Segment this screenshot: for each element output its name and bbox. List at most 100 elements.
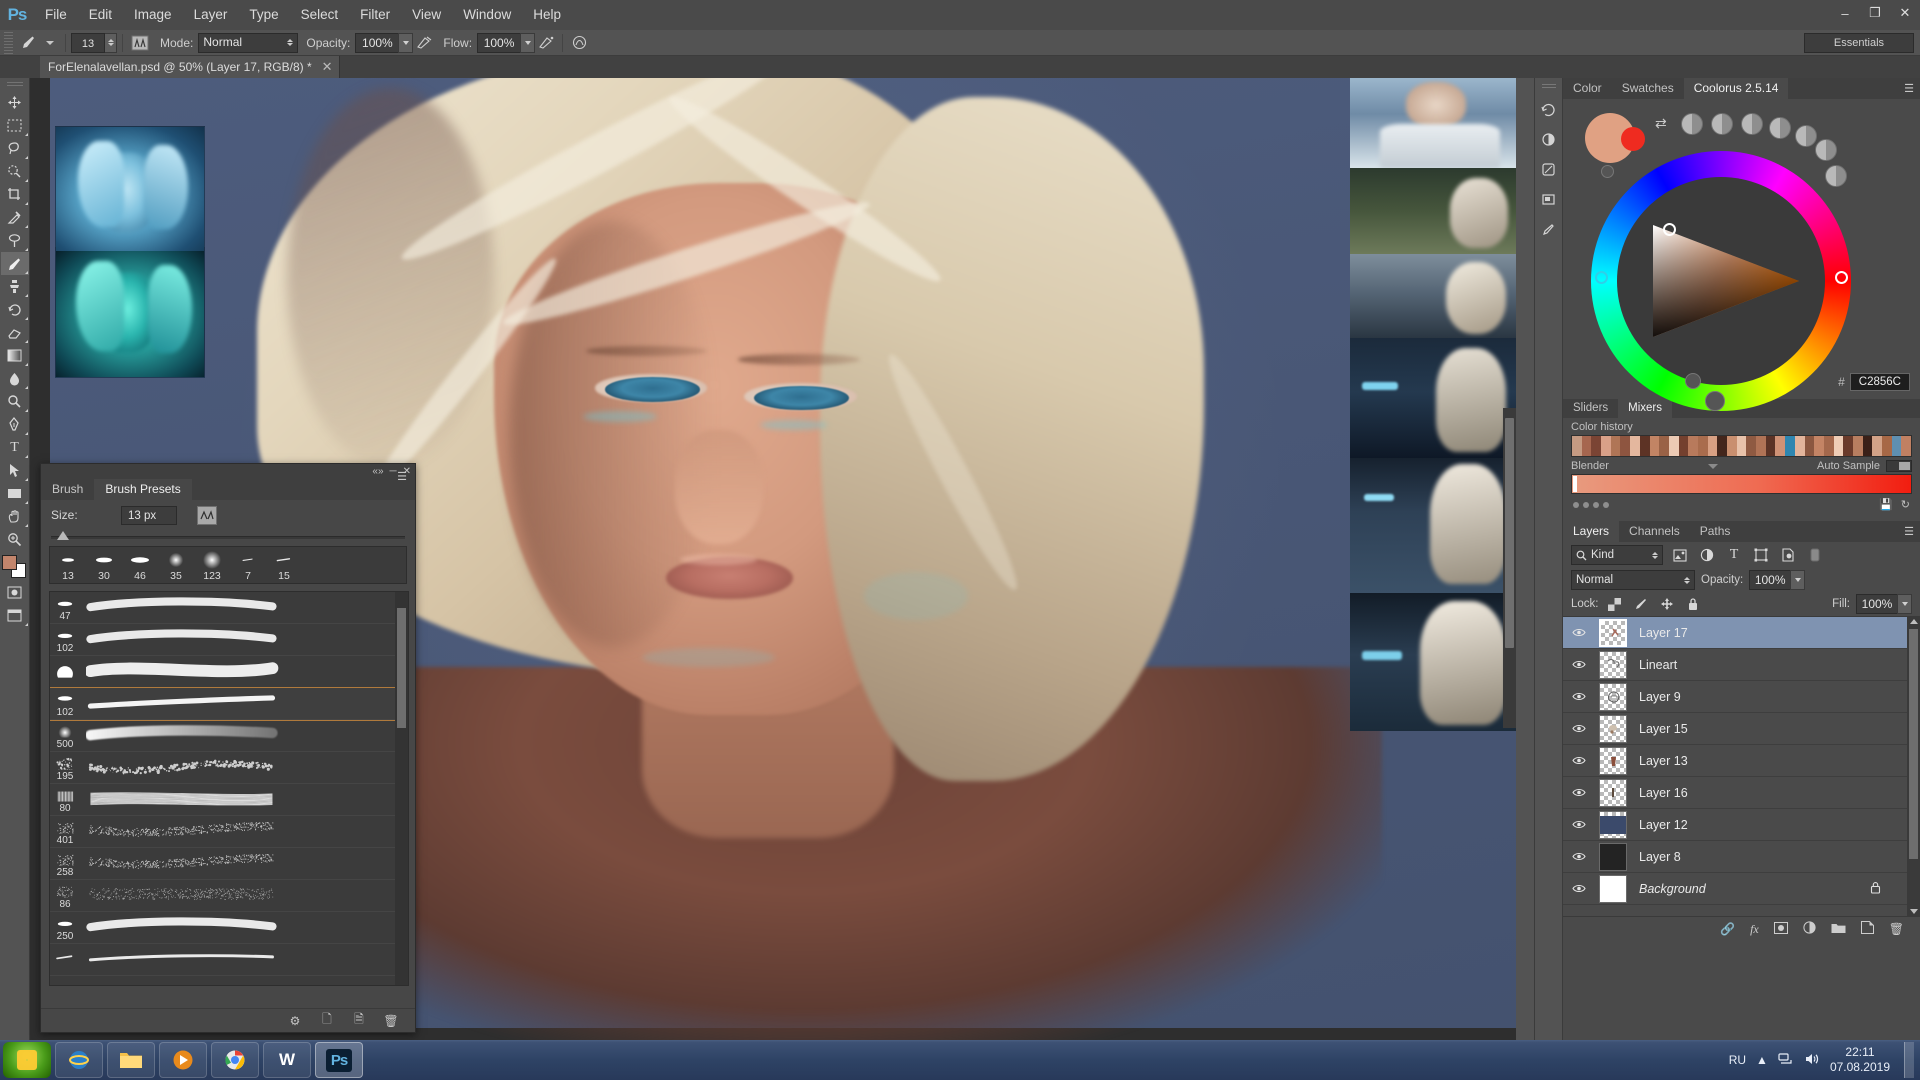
fx-icon[interactable]: fx	[1750, 922, 1759, 937]
opacity-dropdown[interactable]	[398, 33, 413, 53]
navigator-panel-icon[interactable]	[1537, 186, 1561, 212]
filter-toggle-icon[interactable]	[1805, 545, 1825, 565]
color-history-swatch[interactable]	[1611, 436, 1621, 456]
color-history-swatch[interactable]	[1863, 436, 1873, 456]
start-button[interactable]	[3, 1042, 51, 1078]
close-icon[interactable]: ✕	[322, 59, 333, 75]
blender-dot[interactable]	[1583, 502, 1589, 508]
tab-brush-presets[interactable]: Brush Presets	[94, 479, 191, 500]
toggle-brush-settings-icon[interactable]: ⚙	[285, 1011, 305, 1031]
brush-tool-icon[interactable]	[16, 32, 40, 54]
quick-brush-preset[interactable]: 123	[194, 545, 230, 583]
taskbar-chrome[interactable]	[211, 1042, 259, 1078]
layer-visibility-toggle[interactable]	[1565, 883, 1593, 894]
lasso-tool[interactable]	[1, 137, 29, 160]
layer-thumbnail-cell[interactable]	[1593, 747, 1633, 775]
color-history-swatch[interactable]	[1775, 436, 1785, 456]
quick-brush-preset[interactable]: 30	[86, 545, 122, 583]
document-tab[interactable]: ForElenalavellan.psd @ 50% (Layer 17, RG…	[40, 56, 340, 78]
fill-dropdown[interactable]	[1897, 594, 1912, 614]
hand-tool[interactable]	[1, 505, 29, 528]
panel-menu-icon[interactable]: ☰	[397, 470, 407, 483]
harmony-complementary-icon[interactable]	[1711, 113, 1733, 135]
quick-brush-preset[interactable]: 13	[50, 545, 86, 583]
color-history-swatch[interactable]	[1843, 436, 1853, 456]
color-history-swatch[interactable]	[1630, 436, 1640, 456]
lock-all-icon[interactable]	[1683, 594, 1703, 614]
collapse-icon[interactable]: «»	[372, 466, 383, 477]
brush-stroke-thumbnail-icon[interactable]	[197, 506, 217, 525]
show-hidden-icons-icon[interactable]: ▲	[1756, 1053, 1768, 1067]
auto-sample-toggle[interactable]	[1886, 460, 1912, 472]
color-history-swatch[interactable]	[1824, 436, 1834, 456]
brush-preset-row[interactable]: 500	[50, 720, 408, 752]
layer-name[interactable]: Layer 17	[1633, 626, 1688, 640]
filter-pixel-icon[interactable]	[1670, 545, 1690, 565]
tab-coolorus[interactable]: Coolorus 2.5.14	[1684, 78, 1789, 99]
taskbar-internet-explorer[interactable]	[55, 1042, 103, 1078]
swap-colors-icon[interactable]: ⇄	[1655, 115, 1667, 132]
history-panel-icon[interactable]	[1537, 96, 1561, 122]
color-history-swatch[interactable]	[1872, 436, 1882, 456]
quick-selection-tool[interactable]	[1, 160, 29, 183]
taskbar-file-explorer[interactable]	[107, 1042, 155, 1078]
layer-visibility-toggle[interactable]	[1565, 659, 1593, 670]
blur-tool[interactable]	[1, 367, 29, 390]
harmony-tetrad-icon[interactable]	[1769, 117, 1791, 139]
tablet-pressure-icon[interactable]	[568, 33, 590, 53]
layer-name[interactable]: Layer 9	[1633, 690, 1681, 704]
layer-name[interactable]: Layer 8	[1633, 850, 1681, 864]
adjustment-icon[interactable]	[1803, 921, 1816, 937]
taskbar-wacom[interactable]: W	[263, 1042, 311, 1078]
brush-preset-row[interactable]: 47	[50, 592, 408, 624]
dock-grip[interactable]	[1542, 84, 1556, 90]
color-history-swatch[interactable]	[1591, 436, 1601, 456]
layer-visibility-toggle[interactable]	[1565, 755, 1593, 766]
color-history-swatch[interactable]	[1688, 436, 1698, 456]
layer-thumbnail-cell[interactable]	[1593, 683, 1633, 711]
scrollbar-thumb[interactable]	[1505, 418, 1514, 648]
layer-thumbnail-cell[interactable]	[1593, 843, 1633, 871]
lock-image-pixels-icon[interactable]	[1631, 594, 1651, 614]
color-history-swatch[interactable]	[1669, 436, 1679, 456]
brush-preset-row[interactable]: 195	[50, 752, 408, 784]
layer-row[interactable]: Layer 13	[1563, 745, 1907, 777]
layer-opacity-dropdown[interactable]	[1790, 570, 1805, 590]
brush-panel-titlebar[interactable]: «» ─ ✕	[41, 464, 415, 479]
coolorus-panel[interactable]: ⇄ # C2856C	[1563, 99, 1920, 399]
scrollbar-thumb[interactable]	[397, 608, 406, 728]
harmony-mono-icon[interactable]	[1681, 113, 1703, 135]
reference-image-column[interactable]	[1350, 78, 1516, 731]
layer-row[interactable]: Layer 8	[1563, 841, 1907, 873]
layer-thumbnail-cell[interactable]	[1593, 811, 1633, 839]
color-history-swatch[interactable]	[1737, 436, 1747, 456]
close-button[interactable]: ✕	[1890, 2, 1920, 24]
layer-blend-mode-select[interactable]: Normal	[1571, 570, 1695, 590]
layer-name[interactable]: Layer 15	[1633, 722, 1688, 736]
type-tool[interactable]: T	[1, 436, 29, 459]
restore-button[interactable]: ❐	[1860, 2, 1890, 24]
layer-visibility-toggle[interactable]	[1565, 851, 1593, 862]
brush-size-slider[interactable]	[51, 531, 405, 543]
lock-transparent-pixels-icon[interactable]	[1605, 594, 1625, 614]
layer-row[interactable]: Layer 12	[1563, 809, 1907, 841]
brush-size-field[interactable]: 13	[71, 33, 105, 53]
pen-tool[interactable]	[1, 413, 29, 436]
tools-panel-grip[interactable]	[7, 82, 23, 88]
flow-dropdown[interactable]	[520, 33, 535, 53]
show-desktop-button[interactable]	[1904, 1042, 1914, 1078]
foreground-color-swatch[interactable]	[2, 555, 17, 570]
brush-preset-list[interactable]: 47 102 102 500 195 80 401 258 86 250	[49, 591, 409, 986]
color-history-swatch[interactable]	[1882, 436, 1892, 456]
quick-brush-preset[interactable]: 15	[266, 545, 302, 583]
layer-thumbnail-cell[interactable]	[1593, 715, 1633, 743]
scroll-down-arrow[interactable]	[1910, 909, 1918, 914]
color-history-swatch[interactable]	[1746, 436, 1756, 456]
brush-preset-row[interactable]: 258	[50, 848, 408, 880]
color-history-swatch[interactable]	[1708, 436, 1718, 456]
blender-dot[interactable]	[1593, 502, 1599, 508]
color-history-swatch[interactable]	[1766, 436, 1776, 456]
size-value[interactable]: 13 px	[121, 506, 177, 525]
lock-position-icon[interactable]	[1657, 594, 1677, 614]
color-history-swatch[interactable]	[1601, 436, 1611, 456]
